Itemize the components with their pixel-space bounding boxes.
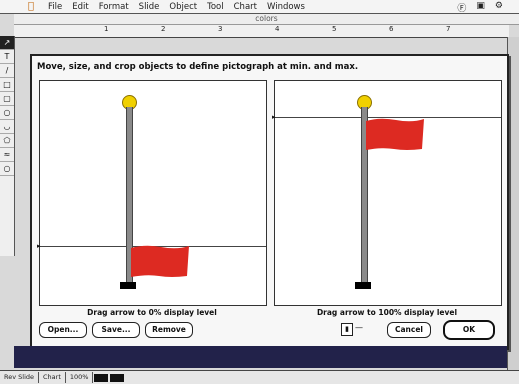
flag-icon <box>131 245 189 277</box>
open-button[interactable]: Open... <box>39 322 87 338</box>
menu-right-icons: Ⓕ ▣ ⚙ <box>457 1 503 14</box>
network-icon[interactable]: ⚙ <box>495 1 503 14</box>
status-layer[interactable]: Chart <box>39 372 66 383</box>
menu-windows[interactable]: Windows <box>267 2 305 12</box>
pole-base-icon <box>355 282 371 289</box>
ruler-number: 3 <box>218 25 223 33</box>
horizontal-ruler: 1 2 3 4 5 6 7 <box>14 25 509 38</box>
min-pictograph-panel[interactable]: ▸ <box>37 80 267 306</box>
round-rect-tool-icon[interactable]: ▢ <box>0 92 14 106</box>
menu-bar:  File Edit Format Slide Object Tool Cha… <box>0 0 519 14</box>
zoom-tool-icon[interactable]: ○ <box>0 162 14 176</box>
menu-chart[interactable]: Chart <box>234 2 257 12</box>
clipboard-icon[interactable]: ▣ <box>476 1 485 14</box>
flag-shape <box>366 118 424 150</box>
max-caption: Drag arrow to 100% display level <box>316 308 458 317</box>
ruler-number: 2 <box>161 25 166 33</box>
help-icon[interactable]: Ⓕ <box>457 1 466 14</box>
ruler-number: 1 <box>104 25 109 33</box>
max-pictograph-panel[interactable]: ▸ <box>272 80 502 306</box>
menu-file[interactable]: File <box>48 2 62 12</box>
arrow-tool-icon[interactable]: ↗ <box>0 36 14 50</box>
ruler-number: 7 <box>446 25 451 33</box>
max-level-arrow-icon[interactable]: ▸ <box>272 113 276 121</box>
ruler-number: 5 <box>332 25 337 33</box>
cancel-button[interactable]: Cancel <box>387 322 431 338</box>
menu-format[interactable]: Format <box>99 2 129 12</box>
line-tool-icon[interactable]: / <box>0 64 14 78</box>
polygon-tool-icon[interactable]: ⬠ <box>0 134 14 148</box>
status-zoom[interactable]: 100% <box>66 372 94 383</box>
window-title: colors <box>14 14 519 25</box>
text-tool-icon[interactable]: T <box>0 50 14 64</box>
min-level-arrow-icon[interactable]: ▸ <box>37 242 41 250</box>
rect-tool-icon[interactable]: □ <box>0 78 14 92</box>
min-caption: Drag arrow to 0% display level <box>87 308 217 317</box>
flag-icon <box>366 118 424 150</box>
oval-tool-icon[interactable]: ○ <box>0 106 14 120</box>
freehand-tool-icon[interactable]: ≈ <box>0 148 14 162</box>
status-view[interactable]: Rev Slide <box>0 372 39 383</box>
menu-object[interactable]: Object <box>169 2 197 12</box>
arc-tool-icon[interactable]: ◡ <box>0 120 14 134</box>
ok-button[interactable]: OK <box>443 320 495 340</box>
save-button[interactable]: Save... <box>92 322 140 338</box>
pictograph-dialog: Move, size, and crop objects to define p… <box>30 54 509 350</box>
menu-edit[interactable]: Edit <box>72 2 88 12</box>
ruler-number: 6 <box>389 25 394 33</box>
menu-slide[interactable]: Slide <box>139 2 160 12</box>
tool-palette: ↗ T / □ ▢ ○ ◡ ⬠ ≈ ○ <box>0 36 15 256</box>
pole-base-icon <box>120 282 136 289</box>
dialog-instruction: Move, size, and crop objects to define p… <box>37 62 359 72</box>
remove-button[interactable]: Remove <box>145 322 193 338</box>
flag-option-dash: — <box>355 323 363 332</box>
ruler-number: 4 <box>275 25 280 33</box>
flag-option-icon[interactable]: ▮ <box>341 323 353 336</box>
status-swatch-icon <box>110 373 125 382</box>
flag-shape <box>131 245 189 277</box>
menu-tool[interactable]: Tool <box>207 2 224 12</box>
status-bar: Rev Slide Chart 100% <box>0 370 519 384</box>
status-swatch-icon <box>94 373 109 382</box>
apple-menu-icon[interactable]:  <box>24 1 38 12</box>
slide-background <box>14 346 507 368</box>
app-screen:  File Edit Format Slide Object Tool Cha… <box>0 0 519 384</box>
